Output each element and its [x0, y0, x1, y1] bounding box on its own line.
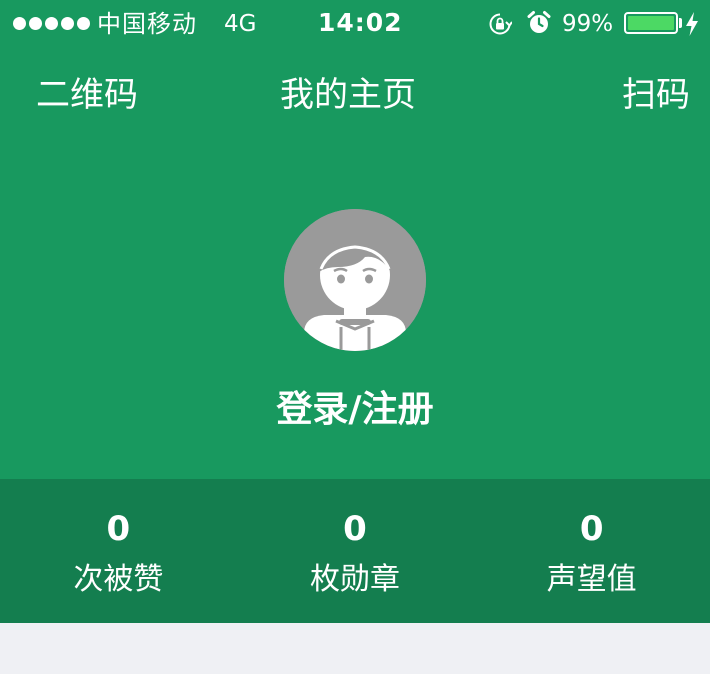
stat-badges[interactable]: 0 枚勋章: [237, 479, 474, 623]
battery-percent: 99%: [562, 11, 614, 37]
battery-tip: [679, 18, 682, 28]
default-avatar-icon[interactable]: [284, 209, 426, 351]
stats-bar: 0 次被赞 0 枚勋章 0 声望值: [0, 479, 710, 623]
profile-screen: 中国移动 4G 14:02 99% 二维码 我的主页 扫码 登录/注册 0 次被…: [0, 0, 710, 674]
stat-badges-value: 0: [343, 509, 367, 549]
page-title: 我的主页: [280, 75, 416, 115]
battery-icon: [624, 12, 678, 34]
alarm-clock-icon: [527, 11, 551, 33]
network-type: 4G: [224, 11, 257, 37]
login-register-link[interactable]: 登录/注册: [0, 386, 710, 434]
profile-header: 中国移动 4G 14:02 99% 二维码 我的主页 扫码 登录/注册: [0, 0, 710, 479]
content-area: [0, 623, 710, 674]
stat-likes-value: 0: [106, 509, 131, 549]
orientation-lock-icon: [489, 13, 512, 35]
stat-likes-label: 次被赞: [73, 562, 164, 597]
scan-button[interactable]: 扫码: [622, 72, 690, 118]
stat-likes[interactable]: 0 次被赞: [0, 479, 237, 623]
stat-reputation-label: 声望值: [546, 562, 637, 597]
battery-level-fill: [628, 16, 674, 30]
carrier-name: 中国移动: [97, 10, 197, 38]
stat-reputation-value: 0: [579, 509, 604, 549]
stat-badges-label: 枚勋章: [310, 562, 400, 597]
charging-bolt-icon: [686, 12, 698, 36]
qr-code-button[interactable]: 二维码: [36, 72, 138, 118]
status-bar: 中国移动 4G 14:02 99%: [0, 0, 710, 48]
status-time: 14:02: [318, 8, 403, 37]
signal-dots-icon: [13, 17, 90, 30]
stat-reputation[interactable]: 0 声望值: [473, 479, 710, 623]
